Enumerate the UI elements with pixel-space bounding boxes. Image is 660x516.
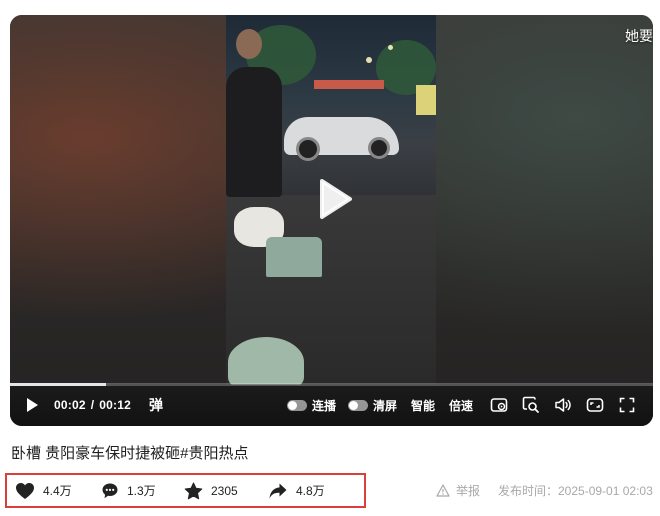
overlay-text: 她要 (625, 28, 653, 44)
scene-head (236, 29, 262, 59)
favorite-count: 2305 (211, 483, 238, 498)
star-icon (184, 482, 203, 499)
screen-search-button[interactable] (521, 395, 541, 415)
control-bar: 00:02 / 00:12 弹 连播 清屏 智能 倍速 (10, 383, 653, 426)
comment-icon (102, 483, 118, 498)
fullscreen-icon (619, 397, 635, 413)
toggle-switch (347, 399, 368, 411)
play-overlay-button[interactable] (310, 175, 358, 223)
scene-sign (314, 80, 384, 89)
toggle-switch (286, 399, 307, 411)
clear-screen-toggle[interactable]: 清屏 (347, 397, 397, 414)
highlight-box: 4.4万 1.3万 2305 4.8万 (5, 473, 366, 508)
speed-button[interactable]: 倍速 (449, 397, 473, 414)
comment-button[interactable]: 1.3万 (101, 475, 156, 506)
video-title: 卧槽 贵阳豪车保时捷被砸#贵阳热点 (11, 445, 249, 462)
web-fullscreen-button[interactable] (585, 395, 605, 415)
danmu-button[interactable]: 弹 (149, 395, 163, 415)
play-icon (27, 398, 38, 412)
scene-person (226, 67, 282, 197)
volume-icon (555, 398, 571, 412)
report-button[interactable]: 举报 (436, 482, 480, 499)
fullscreen-button[interactable] (617, 395, 637, 415)
scene-light (366, 57, 372, 63)
time-separator: / (90, 398, 95, 412)
scene-basin (228, 337, 304, 385)
picture-in-picture-icon (490, 398, 508, 412)
play-button[interactable] (22, 395, 42, 415)
publish-time: 发布时间：2025-09-01 02:03 (498, 484, 653, 498)
video-player[interactable]: 她要 00:02 / 00:12 弹 连播 清屏 智能 倍速 (10, 15, 653, 426)
scene-wheel (296, 137, 320, 161)
current-time: 00:02 (54, 398, 86, 412)
screen-search-icon (522, 396, 539, 413)
continuous-play-toggle[interactable]: 连播 (286, 397, 336, 414)
pip-button[interactable] (489, 395, 509, 415)
share-icon (269, 483, 287, 498)
scene-wheel (368, 137, 390, 159)
share-count: 4.8万 (296, 484, 325, 498)
favorite-button[interactable]: 2305 (184, 475, 238, 506)
like-count: 4.4万 (43, 484, 72, 498)
share-button[interactable]: 4.8万 (268, 475, 325, 506)
continuous-play-label: 连播 (311, 398, 336, 413)
web-fullscreen-icon (586, 398, 604, 412)
controls-right: 连播 清屏 智能 倍速 (275, 384, 637, 426)
clear-screen-label: 清屏 (372, 398, 397, 413)
warning-icon (436, 484, 450, 497)
scene-stool (266, 237, 322, 277)
like-button[interactable]: 4.4万 (15, 475, 72, 506)
volume-button[interactable] (553, 395, 573, 415)
heart-icon (16, 482, 34, 499)
quality-button[interactable]: 智能 (411, 397, 435, 414)
total-time: 00:12 (99, 398, 131, 412)
scene-sign (416, 85, 436, 115)
scene-light (388, 45, 393, 50)
controls-left: 00:02 / 00:12 弹 (22, 384, 163, 426)
play-icon (320, 179, 352, 219)
comment-count: 1.3万 (127, 484, 156, 498)
report-label: 举报 (456, 484, 481, 498)
time-display: 00:02 / 00:12 (54, 398, 131, 412)
